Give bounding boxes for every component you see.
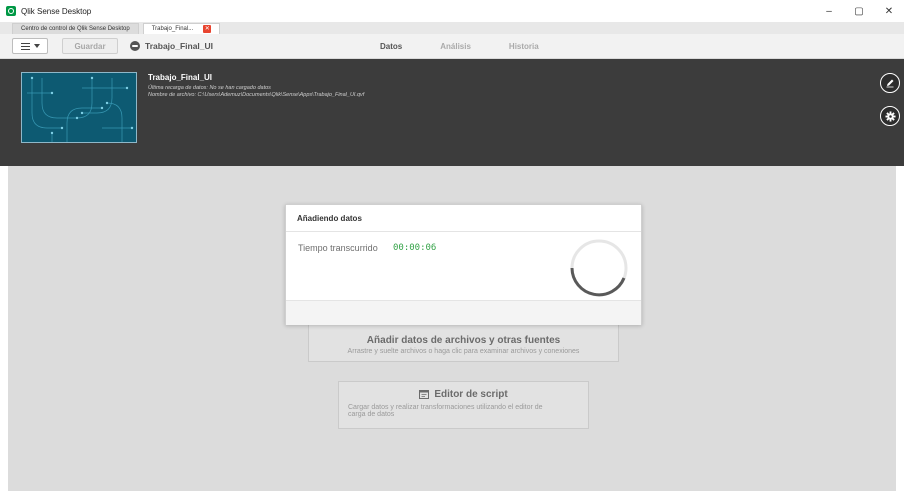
script-editor-description-line2: carga de datos — [348, 411, 395, 418]
add-data-card[interactable]: Añadir datos de archivos y otras fuentes… — [308, 324, 619, 362]
add-data-title: Añadir datos de archivos y otras fuentes — [366, 335, 561, 346]
add-data-description: Arrastre y suelte archivos o haga clic p… — [347, 348, 580, 355]
tab-close-icon[interactable]: ✕ — [203, 25, 212, 33]
close-window-button[interactable]: ✕ — [874, 0, 904, 22]
nav-tab-story[interactable]: Historia — [509, 42, 539, 51]
maximize-button[interactable]: ▢ — [844, 0, 874, 22]
elapsed-time-value: 00:00:06 — [393, 243, 437, 253]
tab-app-label: Trabajo_Final... — [151, 26, 194, 32]
window-title-bar: Qlik Sense Desktop – ▢ ✕ — [0, 0, 904, 22]
window-controls: – ▢ ✕ — [814, 0, 904, 22]
app-overview-header: Trabajo_Final_UI Última recarga de datos… — [0, 59, 904, 166]
hamburger-icon — [20, 42, 30, 50]
qlik-sense-window: Qlik Sense Desktop – ▢ ✕ Centro de contr… — [0, 0, 904, 491]
script-icon — [419, 390, 430, 399]
thumbnail-pattern-icon — [27, 76, 134, 142]
gear-icon — [884, 110, 896, 122]
dialog-body: Tiempo transcurrido 00:00:06 — [286, 232, 641, 301]
dialog-title: Añadiendo datos — [286, 205, 641, 232]
app-thumbnail[interactable] — [21, 72, 137, 143]
file-name-text: Nombre de archivo: C:\Users\Ademuz\Docum… — [148, 92, 365, 98]
tab-hub-label: Centro de control de Qlik Sense Desktop — [21, 26, 130, 32]
loading-spinner-icon — [570, 239, 628, 297]
save-button[interactable]: Guardar — [62, 38, 118, 54]
nav-tab-analysis[interactable]: Análisis — [440, 42, 471, 51]
qlik-logo-icon — [6, 6, 16, 16]
script-editor-heading: Editor de script — [339, 389, 588, 400]
last-reload-text: Última recarga de datos: No se han carga… — [148, 85, 271, 91]
pencil-icon — [886, 79, 894, 88]
main-navigation: Datos Análisis Historia — [380, 34, 577, 59]
chevron-down-icon — [33, 44, 40, 48]
app-title: Trabajo_Final_UI — [148, 73, 213, 82]
minimize-button[interactable]: – — [814, 0, 844, 22]
script-editor-description-line1: Cargar datos y realizar transformaciones… — [348, 404, 543, 411]
script-editor-title: Editor de script — [434, 389, 508, 400]
nav-tab-data[interactable]: Datos — [380, 42, 402, 51]
app-settings-button[interactable] — [880, 106, 900, 126]
tab-hub[interactable]: Centro de control de Qlik Sense Desktop — [12, 23, 139, 34]
window-title: Qlik Sense Desktop — [21, 6, 92, 16]
dialog-footer — [286, 301, 641, 325]
elapsed-time-label: Tiempo transcurrido — [298, 243, 378, 253]
global-menu-button[interactable] — [12, 38, 48, 54]
tab-app[interactable]: Trabajo_Final... ✕ — [142, 23, 221, 34]
app-name: Trabajo_Final_UI — [145, 41, 214, 51]
app-toolbar: Guardar Trabajo_Final_UI Datos Análisis … — [0, 34, 904, 59]
tab-strip: Centro de control de Qlik Sense Desktop … — [0, 22, 904, 34]
script-editor-card[interactable]: Editor de script Cargar datos y realizar… — [338, 381, 589, 429]
edit-app-button[interactable] — [880, 73, 900, 93]
adding-data-dialog: Añadiendo datos Tiempo transcurrido 00:0… — [285, 204, 642, 325]
app-icon — [130, 41, 140, 51]
